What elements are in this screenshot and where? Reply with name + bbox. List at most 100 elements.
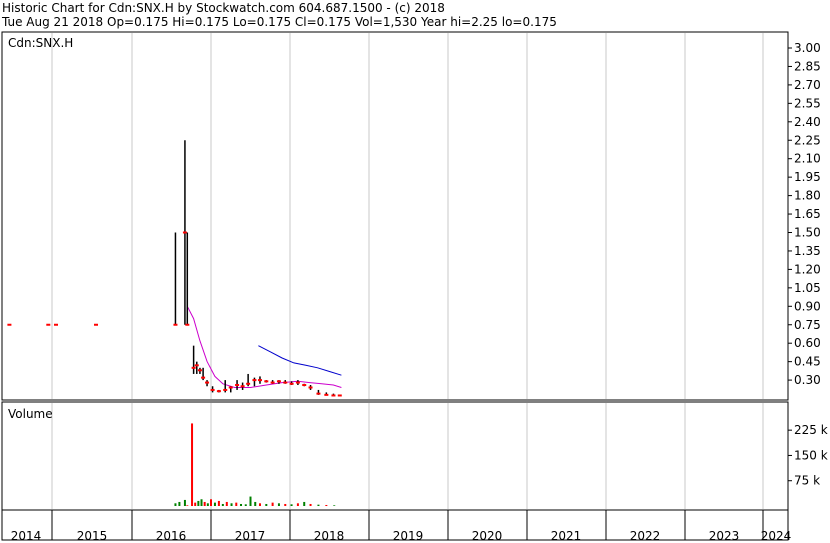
volume-tick-label: 150 k [794, 448, 828, 462]
price-bar-close [246, 382, 251, 385]
year-label: 2019 [393, 529, 424, 543]
price-bar-close [173, 323, 178, 326]
volume-bar [265, 503, 268, 506]
year-label: 2022 [630, 529, 661, 543]
volume-bar [213, 502, 216, 506]
volume-tick-label: 75 k [794, 474, 820, 488]
volume-bar [174, 503, 177, 506]
price-tick-label: 0.75 [794, 318, 821, 332]
volume-bar [296, 503, 299, 506]
price-tick-label: 1.80 [794, 189, 821, 203]
volume-bar [290, 504, 293, 506]
year-label: 2016 [156, 529, 187, 543]
volume-bar [203, 501, 206, 506]
price-bar-close [216, 390, 221, 393]
price-tick-label: 0.60 [794, 336, 821, 350]
price-bar-close [257, 379, 262, 382]
volume-bar [197, 500, 200, 506]
volume-bar [333, 505, 336, 506]
volume-bar [183, 499, 186, 506]
price-tick-label: 1.50 [794, 226, 821, 240]
volume-bar [225, 501, 228, 506]
volume-bar [258, 503, 261, 506]
price-bar-close [235, 384, 240, 387]
price-bar-close [228, 386, 233, 389]
price-bar-close [201, 376, 206, 379]
year-label: 2018 [314, 529, 345, 543]
volume-bar [217, 500, 220, 506]
price-bar-close [210, 388, 215, 391]
volume-bar [277, 503, 280, 506]
volume-panel-frame [1, 401, 789, 511]
volume-bar [186, 505, 189, 506]
volume-bar [200, 499, 203, 506]
volume-bar [244, 504, 247, 506]
year-label: 2014 [11, 529, 42, 543]
year-label: 2020 [472, 529, 503, 543]
price-tick-label: 2.25 [794, 133, 821, 147]
volume-bar [191, 423, 194, 506]
price-tick-label: 1.65 [794, 207, 821, 221]
price-tick-label: 0.30 [794, 373, 821, 387]
price-bar-close [289, 382, 294, 385]
price-bar-close [316, 392, 321, 395]
price-tick-label: 1.20 [794, 262, 821, 276]
price-tick-label: 1.05 [794, 281, 821, 295]
volume-bar [249, 496, 252, 506]
year-label: 2021 [551, 529, 582, 543]
year-label: 2024 [761, 529, 792, 543]
price-tick-label: 2.85 [794, 59, 821, 73]
volume-bar [240, 503, 243, 506]
price-bar-close [7, 323, 12, 326]
price-tick-label: 0.45 [794, 355, 821, 369]
stock-chart: 3.00 2.85 2.70 2.55 2.40 2.25 2.10 1.95 1.80 1.65… [1, 31, 828, 543]
volume-bar [271, 502, 274, 506]
price-bar-close [240, 385, 245, 388]
price-bar-close [302, 384, 307, 387]
price-tick-label: 3.00 [794, 41, 821, 55]
year-label: 2023 [709, 529, 740, 543]
price-bar-close [283, 381, 288, 384]
volume-tick-label: 225 k [794, 423, 828, 437]
price-bar-close [308, 386, 313, 389]
volume-bar [230, 503, 233, 506]
year-label: 2015 [77, 529, 108, 543]
price-bar-close [324, 393, 329, 396]
price-bar-close [205, 381, 210, 384]
volume-bar [284, 503, 287, 506]
price-bar-close [276, 380, 281, 383]
volume-bar [309, 503, 312, 506]
volume-label: Volume [8, 407, 53, 421]
price-panel-frame [1, 31, 789, 401]
price-bar-close [252, 379, 257, 382]
price-bar-close [46, 323, 51, 326]
volume-bar [210, 499, 212, 506]
price-bar-close [191, 366, 196, 369]
price-tick-label: 2.55 [794, 96, 821, 110]
price-bar-close [185, 323, 190, 326]
symbol-label: Cdn:SNX.H [8, 36, 73, 50]
price-bar-close [94, 323, 98, 326]
price-bar-close [331, 394, 336, 397]
price-bar-close [270, 381, 275, 384]
volume-bar [235, 502, 238, 506]
price-bar-close [223, 388, 228, 391]
price-axis-ticks: 3.00 2.85 2.70 2.55 2.40 2.25 2.10 1.95 1.80 1.65… [788, 41, 821, 387]
volume-bar [325, 504, 328, 506]
price-tick-label: 2.10 [794, 152, 821, 166]
volume-bar [178, 501, 181, 506]
price-tick-label: 1.95 [794, 170, 821, 184]
price-tick-label: 2.70 [794, 78, 821, 92]
price-bar-close [182, 231, 187, 234]
price-tick-label: 2.40 [794, 115, 821, 129]
volume-bar [206, 503, 209, 506]
price-bar-close [264, 380, 269, 383]
volume-axis-ticks: 225 k 150 k 75 k [788, 423, 828, 488]
price-bar-close [197, 369, 202, 372]
volume-bar [194, 502, 197, 506]
volume-bar [303, 501, 306, 506]
price-tick-label: 1.35 [794, 244, 821, 258]
year-label: 2017 [235, 529, 266, 543]
price-bar-close [54, 323, 58, 326]
price-bar-close [194, 364, 199, 367]
